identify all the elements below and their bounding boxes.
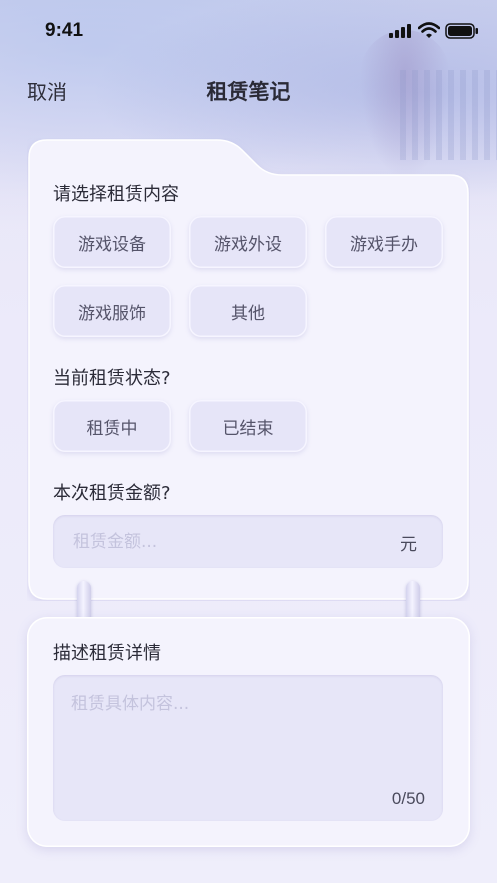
option-game-figures[interactable]: 游戏手办 [325,216,443,268]
detail-card: 描述租赁详情 0/50 [27,617,470,847]
rental-form-card: 请选择租赁内容 游戏设备 游戏外设 游戏手办 游戏服饰 其他 当前租赁状态? 租… [27,138,470,601]
signal-icon [389,24,411,38]
amount-section-title: 本次租赁金额? [53,483,171,504]
option-renting[interactable]: 租赁中 [53,400,171,452]
status-section-title: 当前租赁状态? [53,368,171,389]
status-bar: 9:41 [0,0,497,60]
option-ended[interactable]: 已结束 [189,400,307,452]
navigation-bar: 取消 租赁笔记 [0,70,497,110]
detail-field: 0/50 [53,675,443,821]
option-game-equipment[interactable]: 游戏设备 [53,216,171,268]
character-counter: 0/50 [391,789,425,808]
amount-input[interactable] [73,515,373,568]
status-time: 9:41 [45,20,84,41]
wifi-icon [418,22,440,38]
page-title: 租赁笔记 [206,80,291,104]
content-section-title: 请选择租赁内容 [53,184,179,205]
option-game-peripherals[interactable]: 游戏外设 [189,216,307,268]
option-game-apparel[interactable]: 游戏服饰 [53,285,171,337]
amount-field: 元 [53,515,443,568]
currency-unit: 元 [400,535,417,555]
option-other[interactable]: 其他 [189,285,307,337]
detail-textarea[interactable] [71,689,425,789]
detail-section-title: 描述租赁详情 [53,643,161,664]
battery-icon [445,23,478,39]
